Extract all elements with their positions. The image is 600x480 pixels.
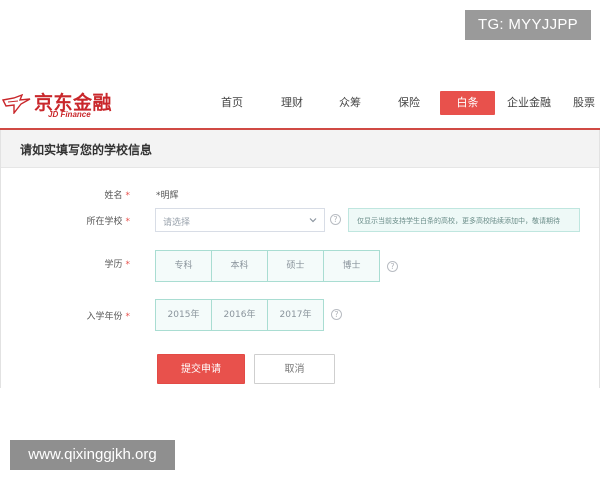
panel-left-border (0, 130, 1, 388)
nav-item-baitiao[interactable]: 白条 (440, 91, 495, 115)
degree-option-bachelor[interactable]: 本科 (211, 250, 268, 282)
enrollment-year-label: 入学年份 * (86, 312, 130, 322)
nav-item-home[interactable]: 首页 (221, 91, 243, 115)
site-header: 京东金融 JD Finance 首页 理财 众筹 保险 白条 企业金融 股票 (0, 84, 600, 124)
degree-option-master[interactable]: 硕士 (267, 250, 324, 282)
name-label: 姓名 * (104, 191, 130, 201)
nav-item-enterprise-finance[interactable]: 企业金融 (507, 91, 551, 115)
submit-application-button[interactable]: 提交申请 (157, 354, 245, 384)
degree-option-junior-college[interactable]: 专科 (155, 250, 212, 282)
nav-item-insurance[interactable]: 保险 (398, 91, 420, 115)
nav-item-wealth[interactable]: 理财 (281, 91, 303, 115)
school-help-icon[interactable]: ? (330, 214, 341, 225)
degree-options: 专科 本科 硕士 博士 (155, 250, 381, 282)
cancel-button[interactable]: 取消 (254, 354, 335, 384)
nav-item-crowdfunding[interactable]: 众筹 (339, 91, 361, 115)
degree-label: 学历 * (104, 260, 130, 270)
school-label: 所在学校 * (86, 217, 130, 227)
main-nav: 首页 理财 众筹 保险 白条 企业金融 股票 (0, 91, 600, 115)
url-watermark: www.qixinggjkh.org (10, 440, 175, 470)
year-option-2016[interactable]: 2016年 (211, 299, 268, 331)
school-select-placeholder: 请选择 (163, 218, 191, 228)
school-tip-box: 仅显示当前支持学生白条的高校，更多高校陆续添加中，敬请期待 (348, 208, 580, 232)
section-header: 请如实填写您的学校信息 (0, 130, 600, 168)
year-option-2017[interactable]: 2017年 (267, 299, 324, 331)
degree-help-icon[interactable]: ? (387, 261, 398, 272)
chevron-down-icon (309, 218, 317, 223)
tg-watermark-badge: TG: MYYJJPP (465, 10, 591, 40)
year-option-2015[interactable]: 2015年 (155, 299, 212, 331)
school-select[interactable]: 请选择 (155, 208, 325, 232)
nav-item-stocks[interactable]: 股票 (573, 91, 595, 115)
year-options: 2015年 2016年 2017年 (155, 299, 325, 331)
name-value: *明辉 (156, 191, 179, 201)
year-help-icon[interactable]: ? (331, 309, 342, 320)
school-tip-text: 仅显示当前支持学生白条的高校，更多高校陆续添加中，敬请期待 (357, 217, 560, 225)
degree-option-doctor[interactable]: 博士 (323, 250, 380, 282)
section-title: 请如实填写您的学校信息 (20, 143, 153, 157)
